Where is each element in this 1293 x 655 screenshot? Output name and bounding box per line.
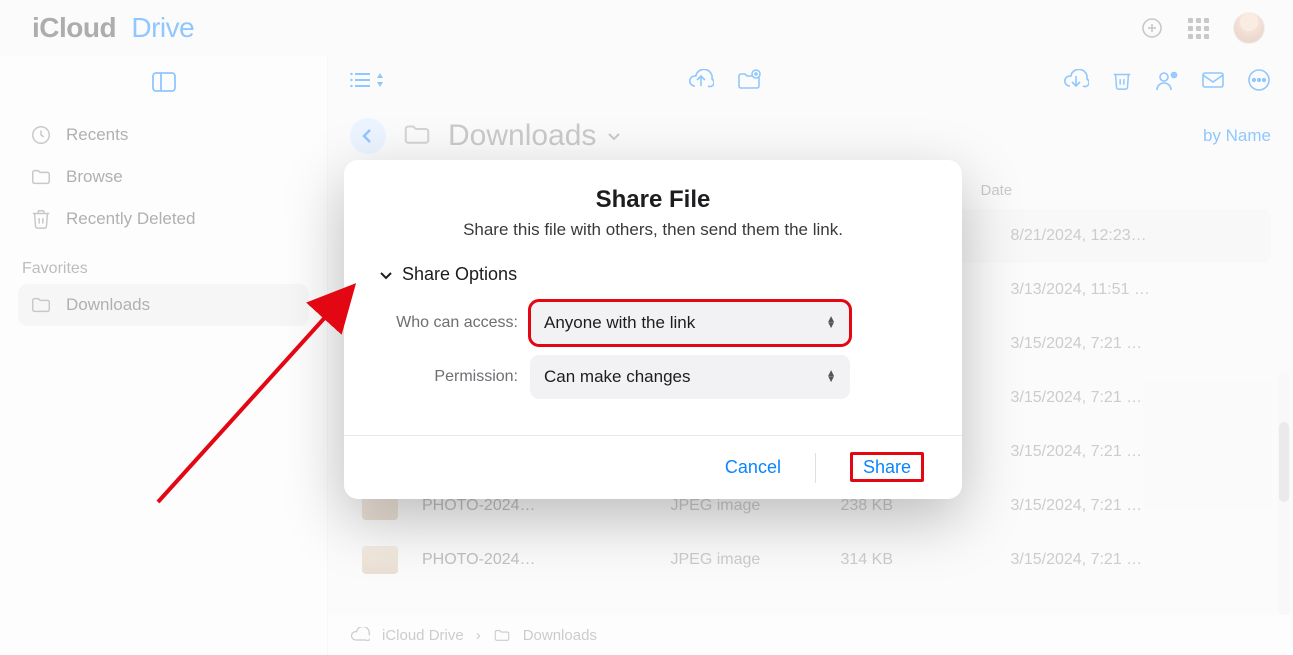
modal-title: Share File bbox=[378, 186, 928, 214]
folder-icon bbox=[493, 627, 511, 643]
permission-label: Permission: bbox=[378, 368, 518, 386]
updown-icon: ▲▼ bbox=[826, 317, 836, 329]
file-kind: JPEG image bbox=[671, 551, 841, 569]
folder-icon bbox=[30, 294, 52, 316]
clock-icon bbox=[30, 124, 52, 146]
sidebar-item-browse[interactable]: Browse bbox=[18, 156, 309, 198]
file-size: 314 KB bbox=[841, 551, 1011, 569]
scrollbar-thumb[interactable] bbox=[1279, 422, 1289, 502]
avatar[interactable] bbox=[1233, 12, 1265, 44]
breadcrumb: iCloud Drive › Downloads bbox=[328, 615, 1293, 655]
breadcrumb-current[interactable]: Downloads bbox=[523, 627, 597, 644]
file-date: 8/21/2024, 12:23… bbox=[1011, 227, 1260, 245]
permission-select[interactable]: Can make changes ▲▼ bbox=[530, 355, 850, 399]
sidebar-item-label: Browse bbox=[66, 167, 123, 187]
modal-subtitle: Share this file with others, then send t… bbox=[378, 220, 928, 240]
plus-circle-icon[interactable] bbox=[1140, 16, 1164, 40]
collaborate-icon[interactable] bbox=[1155, 69, 1179, 91]
folder-title[interactable]: Downloads bbox=[448, 119, 622, 153]
cloud-icon bbox=[350, 627, 370, 643]
who-can-access-select[interactable]: Anyone with the link ▲▼ bbox=[530, 301, 850, 345]
file-date: 3/15/2024, 7:21 … bbox=[1011, 551, 1260, 569]
file-size: 238 KB bbox=[841, 497, 1011, 515]
sidebar-item-label: Downloads bbox=[66, 295, 150, 315]
back-button[interactable] bbox=[350, 118, 386, 154]
file-name: PHOTO-2024… bbox=[422, 497, 671, 515]
brand: iCloud Drive bbox=[28, 12, 194, 44]
cancel-button[interactable]: Cancel bbox=[709, 449, 797, 486]
divider bbox=[815, 453, 816, 483]
sidebar-item-recently-deleted[interactable]: Recently Deleted bbox=[18, 198, 309, 240]
updown-icon bbox=[374, 71, 386, 89]
share-button[interactable]: Share bbox=[834, 449, 940, 486]
mail-icon[interactable] bbox=[1201, 70, 1225, 90]
folder-icon bbox=[30, 166, 52, 188]
sidebar: Recents Browse Recently Deleted Favorite… bbox=[0, 56, 328, 655]
chevron-down-icon bbox=[606, 128, 622, 144]
sidebar-item-downloads[interactable]: Downloads bbox=[18, 284, 309, 326]
delete-icon[interactable] bbox=[1111, 69, 1133, 91]
sidebar-item-label: Recently Deleted bbox=[66, 209, 195, 229]
column-date[interactable]: Date bbox=[981, 182, 1260, 199]
updown-icon: ▲▼ bbox=[826, 371, 836, 383]
topbar: iCloud Drive bbox=[0, 0, 1293, 56]
file-thumbnail bbox=[362, 546, 398, 574]
share-file-modal: Share File Share this file with others, … bbox=[344, 160, 962, 499]
file-date: 3/15/2024, 7:21 … bbox=[1011, 389, 1260, 407]
brand-prefix: iCloud bbox=[32, 12, 116, 44]
upload-cloud-icon[interactable] bbox=[688, 69, 714, 91]
table-row[interactable]: PHOTO-2024…JPEG image314 KB3/15/2024, 7:… bbox=[350, 533, 1271, 587]
sidebar-item-recents[interactable]: Recents bbox=[18, 114, 309, 156]
new-folder-icon[interactable] bbox=[736, 69, 762, 91]
file-date: 3/15/2024, 7:21 … bbox=[1011, 443, 1260, 461]
file-name: PHOTO-2024… bbox=[422, 551, 671, 569]
chevron-left-icon bbox=[359, 127, 377, 145]
sidebar-toggle-icon[interactable] bbox=[18, 72, 309, 92]
folder-title-icon bbox=[402, 121, 432, 152]
file-date: 3/15/2024, 7:21 … bbox=[1011, 335, 1260, 353]
share-options-toggle[interactable]: Share Options bbox=[378, 264, 928, 285]
content-toolbar bbox=[328, 56, 1293, 104]
download-cloud-icon[interactable] bbox=[1063, 69, 1089, 91]
chevron-right-icon: › bbox=[476, 627, 481, 644]
more-icon[interactable] bbox=[1247, 68, 1271, 92]
sort-button[interactable]: by Name bbox=[1203, 126, 1271, 146]
app-grid-icon[interactable] bbox=[1188, 18, 1209, 39]
list-view-icon[interactable] bbox=[350, 71, 386, 89]
file-date: 3/13/2024, 11:51 … bbox=[1011, 281, 1260, 299]
brand-suffix: Drive bbox=[131, 12, 194, 44]
sidebar-item-label: Recents bbox=[66, 125, 128, 145]
who-can-access-label: Who can access: bbox=[378, 314, 518, 332]
breadcrumb-root[interactable]: iCloud Drive bbox=[382, 627, 464, 644]
chevron-down-icon bbox=[378, 267, 394, 283]
trash-icon bbox=[30, 208, 52, 230]
file-kind: JPEG image bbox=[671, 497, 841, 515]
file-date: 3/15/2024, 7:21 … bbox=[1011, 497, 1260, 515]
sidebar-favorites-heading: Favorites bbox=[22, 260, 309, 278]
